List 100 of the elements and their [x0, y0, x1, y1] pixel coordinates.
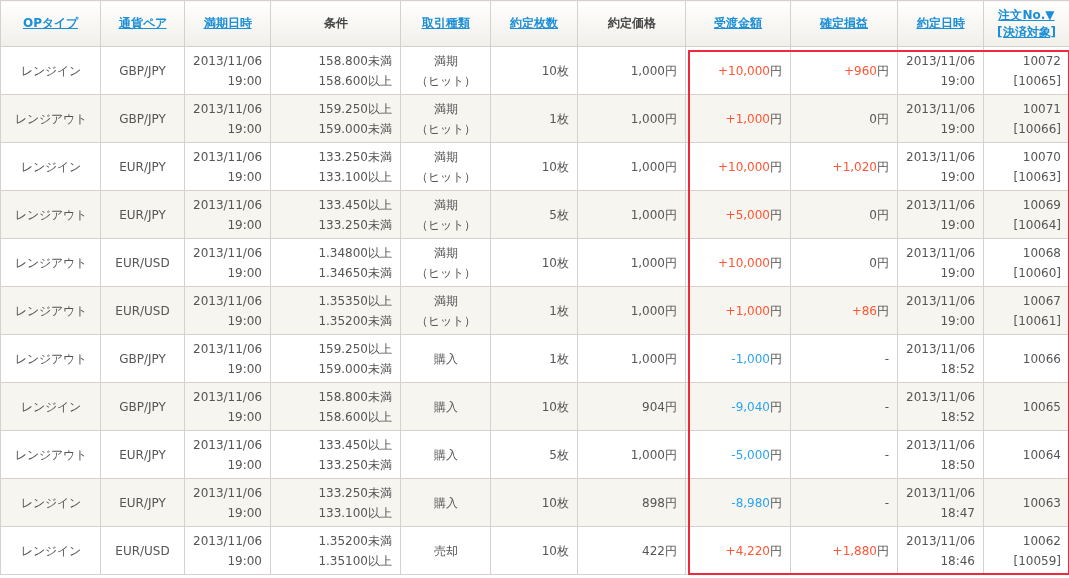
- quantity-cell: 1枚: [490, 94, 578, 143]
- pnl-cell: 0円: [790, 94, 898, 143]
- price-cell: 1,000円: [577, 334, 686, 383]
- settlement-cell: +10,000円: [685, 142, 791, 191]
- settlement-cell: +5,000円: [685, 190, 791, 239]
- expiry-cell: 2013/11/06 19:00: [184, 46, 271, 95]
- price-cell: 1,000円: [577, 142, 686, 191]
- trade-type-cell: 満期 （ヒット）: [400, 142, 491, 191]
- executed-cell: 2013/11/06 19:00: [897, 190, 984, 239]
- expiry-cell: 2013/11/06 19:00: [184, 142, 271, 191]
- trade-type-cell: 満期 （ヒット）: [400, 46, 491, 95]
- settlement-cell: -5,000円: [685, 430, 791, 479]
- pnl-cell: +1,020円: [790, 142, 898, 191]
- header-label: 約定価格: [606, 15, 657, 32]
- op-type-cell: レンジアウト: [0, 94, 101, 143]
- op-type-cell: レンジイン: [0, 46, 101, 95]
- quantity-cell: 5枚: [490, 190, 578, 239]
- pair-cell: EUR/USD: [100, 286, 185, 335]
- order-number-cell: 10070 [10063]: [983, 142, 1069, 191]
- order-number-cell: 10064: [983, 430, 1069, 479]
- condition-cell: 133.450以上 133.250未満: [270, 430, 401, 479]
- sort-link[interactable]: 注文No.▼: [986, 6, 1067, 24]
- header-label: 条件: [322, 15, 349, 32]
- executed-cell: 2013/11/06 19:00: [897, 286, 984, 335]
- pnl-cell: -: [790, 382, 898, 431]
- condition-cell: 133.250未満 133.100以上: [270, 478, 401, 527]
- expiry-cell: 2013/11/06 19:00: [184, 94, 271, 143]
- expiry-cell: 2013/11/06 19:00: [184, 430, 271, 479]
- executed-cell: 2013/11/06 19:00: [897, 46, 984, 95]
- trade-type-cell: 満期 （ヒット）: [400, 286, 491, 335]
- settlement-cell: +4,220円: [685, 526, 791, 575]
- order-number-cell: 10068 [10060]: [983, 238, 1069, 287]
- price-cell: 1,000円: [577, 238, 686, 287]
- sort-link[interactable]: 約定日時: [900, 15, 981, 32]
- quantity-cell: 10枚: [490, 382, 578, 431]
- trade-type-cell: 購入: [400, 334, 491, 383]
- order-number-cell: 10069 [10064]: [983, 190, 1069, 239]
- quantity-cell: 10枚: [490, 526, 578, 575]
- price-cell: 904円: [577, 382, 686, 431]
- price-cell: 1,000円: [577, 190, 686, 239]
- op-type-cell: レンジイン: [0, 478, 101, 527]
- sort-link[interactable]: OPタイプ: [3, 15, 98, 32]
- price-cell: 1,000円: [577, 46, 686, 95]
- settlement-cell: -1,000円: [685, 334, 791, 383]
- condition-cell: 159.250以上 159.000未満: [270, 334, 401, 383]
- sort-link[interactable]: [決済対象]: [986, 23, 1067, 41]
- condition-cell: 159.250以上 159.000未満: [270, 94, 401, 143]
- op-type-cell: レンジアウト: [0, 334, 101, 383]
- condition-cell: 158.800未満 158.600以上: [270, 46, 401, 95]
- expiry-cell: 2013/11/06 19:00: [184, 334, 271, 383]
- price-cell: 898円: [577, 478, 686, 527]
- trade-type-cell: 購入: [400, 478, 491, 527]
- quantity-cell: 1枚: [490, 286, 578, 335]
- pair-cell: EUR/USD: [100, 526, 185, 575]
- quantity-cell: 1枚: [490, 334, 578, 383]
- sort-link[interactable]: 通貨ペア: [103, 15, 182, 32]
- sort-link[interactable]: 取引種類: [403, 15, 488, 32]
- op-type-cell: レンジアウト: [0, 190, 101, 239]
- executed-cell: 2013/11/06 18:52: [897, 382, 984, 431]
- condition-cell: 133.450以上 133.250未満: [270, 190, 401, 239]
- condition-cell: 1.35200未満 1.35100以上: [270, 526, 401, 575]
- sort-link[interactable]: 約定枚数: [493, 15, 575, 32]
- order-number-cell: 10066: [983, 334, 1069, 383]
- pnl-cell: +86円: [790, 286, 898, 335]
- op-type-cell: レンジイン: [0, 526, 101, 575]
- pair-cell: EUR/JPY: [100, 478, 185, 527]
- sort-link[interactable]: 満期日時: [187, 15, 268, 32]
- expiry-cell: 2013/11/06 19:00: [184, 526, 271, 575]
- pnl-cell: +1,880円: [790, 526, 898, 575]
- settlement-cell: -9,040円: [685, 382, 791, 431]
- pnl-cell: -: [790, 334, 898, 383]
- pnl-cell: -: [790, 430, 898, 479]
- order-number-cell: 10065: [983, 382, 1069, 431]
- op-type-cell: レンジイン: [0, 142, 101, 191]
- pair-cell: GBP/JPY: [100, 382, 185, 431]
- sort-link[interactable]: 受渡金額: [688, 15, 788, 32]
- quantity-cell: 10枚: [490, 142, 578, 191]
- trade-type-cell: 満期 （ヒット）: [400, 238, 491, 287]
- pnl-cell: 0円: [790, 238, 898, 287]
- op-type-cell: レンジイン: [0, 382, 101, 431]
- trade-type-cell: 満期 （ヒット）: [400, 94, 491, 143]
- trade-type-cell: 満期 （ヒット）: [400, 190, 491, 239]
- settlement-cell: -8,980円: [685, 478, 791, 527]
- pnl-cell: -: [790, 478, 898, 527]
- expiry-cell: 2013/11/06 19:00: [184, 286, 271, 335]
- sort-link[interactable]: 確定損益: [793, 15, 895, 32]
- price-cell: 1,000円: [577, 430, 686, 479]
- order-number-cell: 10071 [10066]: [983, 94, 1069, 143]
- expiry-cell: 2013/11/06 19:00: [184, 190, 271, 239]
- order-number-cell: 10067 [10061]: [983, 286, 1069, 335]
- quantity-cell: 10枚: [490, 478, 578, 527]
- pair-cell: GBP/JPY: [100, 94, 185, 143]
- order-number-cell: 10062 [10059]: [983, 526, 1069, 575]
- condition-cell: 133.250未満 133.100以上: [270, 142, 401, 191]
- condition-cell: 1.35350以上 1.35200未満: [270, 286, 401, 335]
- pair-cell: EUR/JPY: [100, 142, 185, 191]
- quantity-cell: 10枚: [490, 46, 578, 95]
- pair-cell: GBP/JPY: [100, 46, 185, 95]
- settlement-cell: +1,000円: [685, 286, 791, 335]
- pair-cell: EUR/JPY: [100, 430, 185, 479]
